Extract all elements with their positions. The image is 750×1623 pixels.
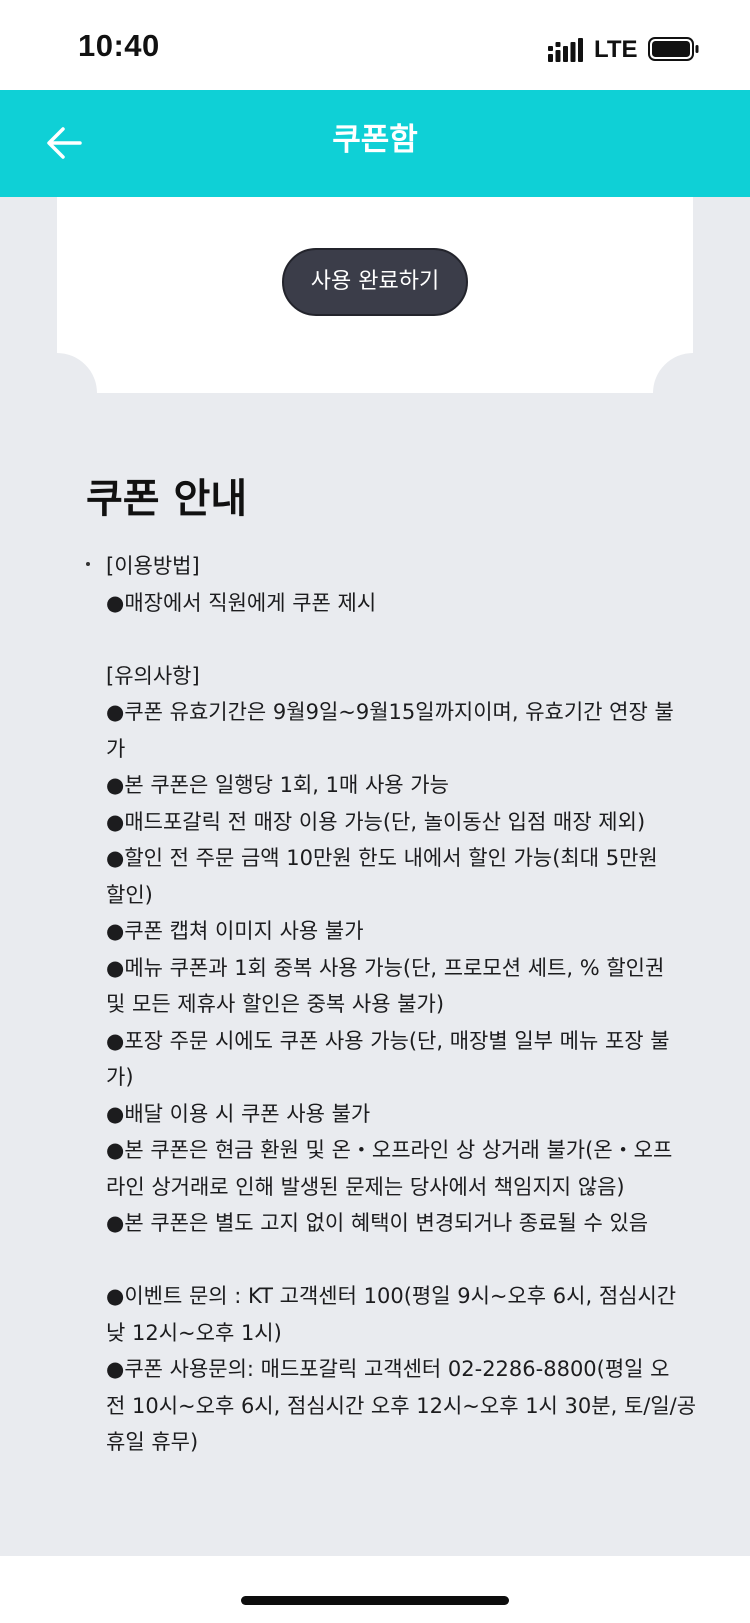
guide-line: ●쿠폰 캡쳐 이미지 사용 불가 — [106, 919, 364, 943]
status-bar: 10:40 LTE — [0, 0, 750, 90]
guide-line: ●배달 이용 시 쿠폰 사용 불가 — [106, 1101, 371, 1126]
complete-use-button[interactable]: 사용 완료하기 — [282, 248, 468, 316]
guide-lines: [이용방법] ●매장에서 직원에게 쿠폰 제시 [유의사항] ●쿠폰 유효기간은 9월… — [106, 548, 706, 1461]
signal-icon — [548, 38, 583, 62]
status-time: 10:40 — [78, 28, 160, 63]
guide-line: ●할인 전 주문 금액 10만원 한도 내에서 할인 가능(최대 5만원 — [106, 846, 658, 870]
network-label: LTE — [594, 36, 638, 63]
app-header: 쿠폰함 — [0, 90, 750, 197]
home-area — [0, 1556, 750, 1623]
coupon-card: 사용 완료하기 — [17, 197, 733, 433]
page-title: 쿠폰함 — [332, 122, 418, 158]
home-indicator[interactable] — [241, 1596, 509, 1605]
guide-line: 및 모든 제휴사 할인은 중복 사용 불가) — [106, 992, 445, 1016]
coupon-info-title: 쿠폰 안내 — [86, 476, 248, 522]
guide-line: 가) — [106, 1065, 134, 1089]
guide-line: 가 — [106, 736, 126, 761]
guide-line: ●이벤트 문의 : KT 고객센터 100(평일 9시~오후 6시, 점심시간 — [106, 1284, 677, 1308]
guide-line: 할인) — [106, 882, 153, 907]
guide-line — [106, 621, 706, 658]
guide-line: 휴일 휴무) — [106, 1430, 199, 1454]
guide-line: ●쿠폰 사용문의: 매드포갈릭 고객센터 02-2286-8800(평일 오 — [106, 1357, 670, 1381]
battery-icon — [648, 37, 699, 61]
list-bullet — [86, 562, 90, 566]
coupon-notch-left — [17, 353, 97, 433]
guide-line: ●본 쿠폰은 일행당 1회, 1매 사용 가능 — [106, 773, 449, 797]
guide-line: 라인 상거래로 인해 발생된 문제는 당사에서 책임지지 않음) — [106, 1174, 625, 1199]
guide-line: ●메뉴 쿠폰과 1회 중복 사용 가능(단, 프로모션 세트, % 할인권 — [106, 955, 665, 980]
guide-line: ●쿠폰 유효기간은 9월9일~9월15일까지이며, 유효기간 연장 불 — [106, 700, 674, 724]
guide-line: 낮 12시~오후 1시) — [106, 1320, 282, 1345]
arrow-left-icon — [47, 127, 82, 159]
guide-line — [106, 1242, 706, 1279]
guide-line: ●포장 주문 시에도 쿠폰 사용 가능(단, 매장별 일부 메뉴 포장 불 — [106, 1028, 670, 1053]
guide-line: ●본 쿠폰은 현금 환원 및 온・오프라인 상 상거래 불가(온・오프 — [106, 1138, 673, 1162]
coupon-notch-right — [653, 353, 733, 433]
guide-line: ●매드포갈릭 전 매장 이용 가능(단, 놀이동산 입점 매장 제외) — [106, 809, 646, 834]
back-button[interactable] — [38, 117, 90, 169]
guide-line: [유의사항] — [106, 663, 200, 688]
guide-line: 전 10시~오후 6시, 점심시간 오후 12시~오후 1시 30분, 토/일/… — [106, 1393, 697, 1418]
guide-line: [이용방법] — [106, 554, 200, 578]
guide-line: ●매장에서 직원에게 쿠폰 제시 — [106, 590, 377, 615]
guide-line: ●본 쿠폰은 별도 고지 없이 혜택이 변경되거나 종료될 수 있음 — [106, 1211, 649, 1235]
